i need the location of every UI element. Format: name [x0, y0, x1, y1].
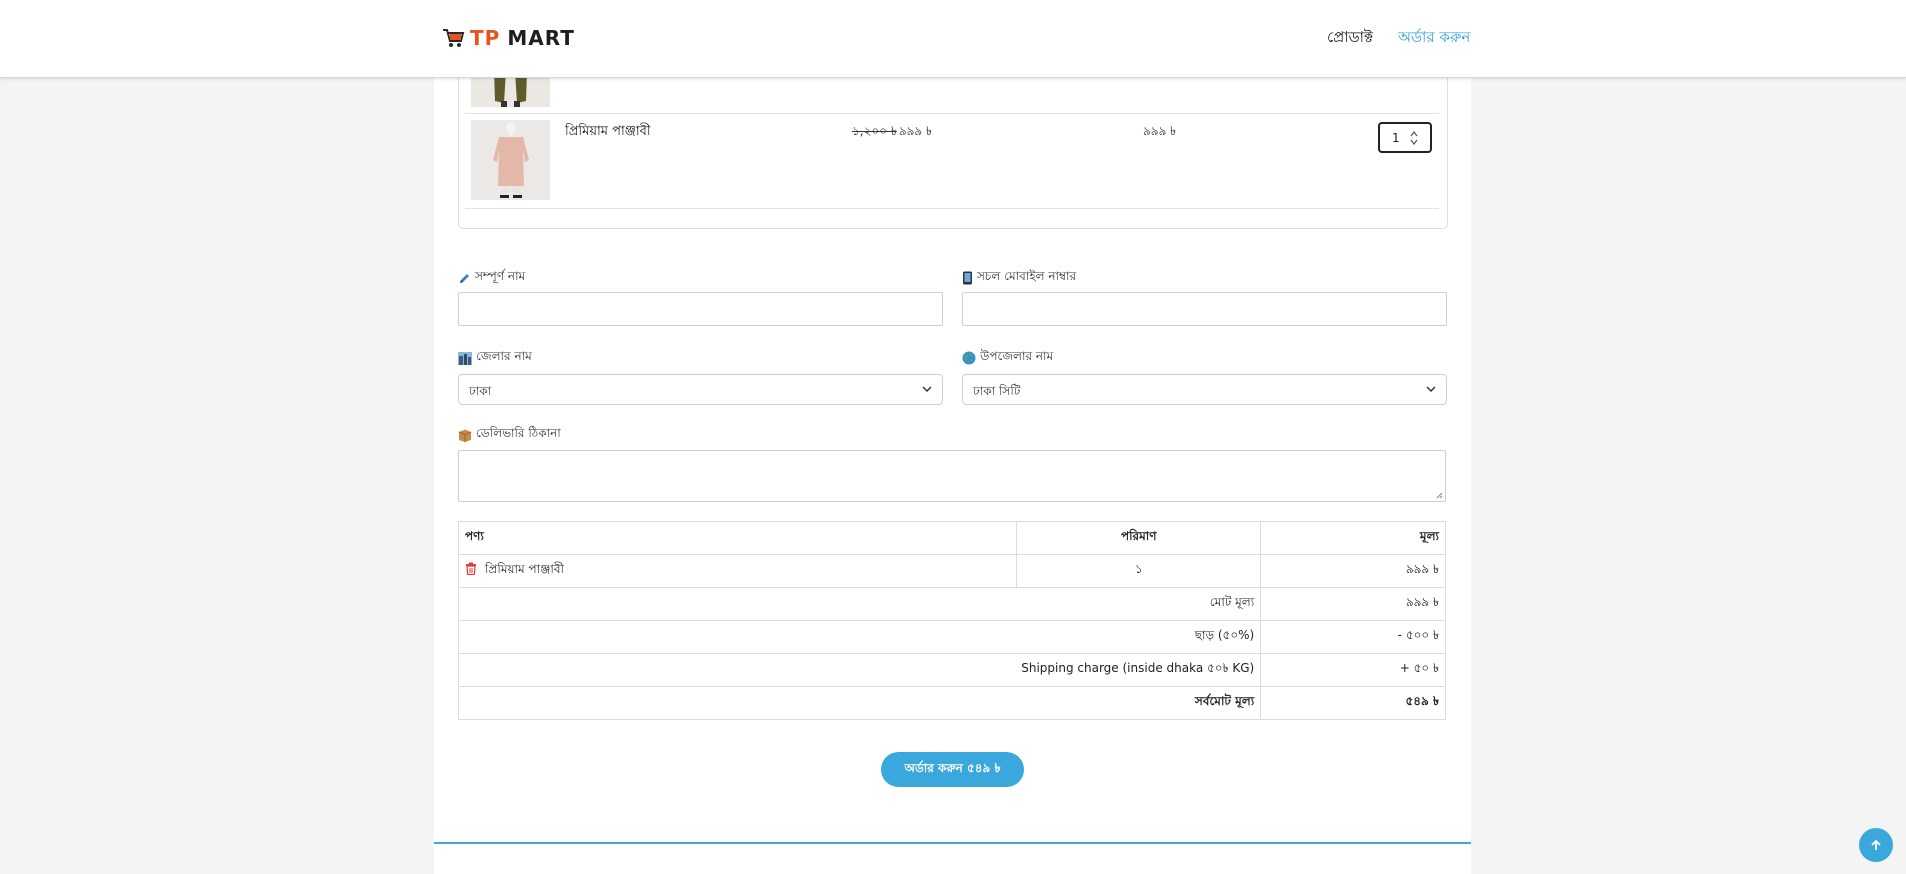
- trash-icon[interactable]: [465, 562, 477, 575]
- nav-products-link[interactable]: প্রোডাক্ট: [1327, 26, 1373, 51]
- col-price-header: মূল্য: [1260, 521, 1446, 555]
- discount-row: ছাড় (৫০%) - ৫০০ ৳: [457, 620, 1446, 654]
- grand-total-label: সর্বমোট মূল্য: [457, 686, 1262, 720]
- summary-item-name: প্রিমিয়াম পাঞ্জাবী: [485, 562, 564, 576]
- logo-tp-text: TP: [470, 26, 501, 50]
- mobile-label-text: সচল মোবাইল নাম্বার: [977, 269, 1077, 283]
- shopping-cart-icon: [443, 29, 465, 47]
- place-order-button[interactable]: অর্ডার করুন ৫৪৯ ৳: [881, 752, 1024, 787]
- address-textarea[interactable]: [458, 450, 1446, 502]
- package-icon: [458, 429, 472, 442]
- price-new: ৯৯৯ ৳: [898, 124, 932, 138]
- site-header: TP MART প্রোডাক্ট অর্ডার করুন: [0, 0, 1906, 78]
- full-name-input[interactable]: [458, 292, 943, 326]
- shipping-row: Shipping charge (inside dhaka ৫০৳ KG) + …: [457, 653, 1446, 687]
- summary-item-row: প্রিমিয়াম পাঞ্জাবী ১ ৯৯৯ ৳: [457, 554, 1446, 588]
- quantity-value[interactable]: 1: [1392, 131, 1400, 145]
- mobile-input[interactable]: [962, 292, 1447, 326]
- subtotal-value: ৯৯৯ ৳: [1260, 587, 1446, 621]
- full-name-label-text: সম্পূর্ণ নাম: [475, 269, 526, 283]
- district-label: জেলার নাম: [458, 348, 532, 368]
- scroll-to-top-button[interactable]: [1859, 828, 1893, 862]
- order-summary-table: পণ্য পরিমাণ মূল্য প্রিমিয়াম পাঞ্জাবী ১ …: [457, 521, 1446, 720]
- discount-value: - ৫০০ ৳: [1260, 620, 1446, 654]
- summary-header-row: পণ্য পরিমাণ মূল্য: [457, 521, 1446, 555]
- cart-item-price: ১,২০০ ৳ ৯৯৯ ৳: [852, 123, 932, 143]
- upazila-select[interactable]: ঢাকা সিটি: [962, 374, 1447, 405]
- pencil-icon: [460, 273, 469, 283]
- col-product-header: পণ্য: [457, 521, 1018, 555]
- subtotal-label: মোট মূল্য: [457, 587, 1262, 621]
- chevron-down-icon: [1426, 386, 1436, 393]
- cart-item-name: প্রিমিয়াম পাঞ্জাবী: [565, 124, 651, 139]
- card-bottom-border: [434, 842, 1471, 844]
- price-old: ১,২০০ ৳: [852, 124, 897, 138]
- resize-handle-icon[interactable]: [1435, 491, 1443, 499]
- discount-label: ছাড় (৫০%): [457, 620, 1262, 654]
- arrow-up-icon: [1871, 839, 1881, 850]
- summary-item-cell: প্রিমিয়াম পাঞ্জাবী: [457, 554, 1018, 588]
- cart-item-line-total: ৯৯৯ ৳: [1143, 124, 1177, 138]
- pink-punjabi-image: [471, 120, 550, 200]
- full-name-label: সম্পূর্ণ নাম: [458, 268, 525, 288]
- globe-icon: [962, 351, 976, 365]
- nav-order-link[interactable]: অর্ডার করুন: [1398, 26, 1470, 51]
- shipping-value: + ৫০ ৳: [1260, 653, 1446, 687]
- upazila-label-text: উপজেলার নাম: [980, 349, 1054, 363]
- district-select-value: ঢাকা: [469, 384, 492, 398]
- district-label-text: জেলার নাম: [476, 349, 532, 363]
- mobile-phone-icon: [963, 271, 972, 285]
- chevron-down-icon: [922, 386, 932, 393]
- city-icon: [458, 351, 472, 365]
- col-quantity-header: পরিমাণ: [1016, 521, 1262, 555]
- summary-item-price: ৯৯৯ ৳: [1260, 554, 1446, 588]
- grand-total-value: ৫৪৯ ৳: [1260, 686, 1446, 720]
- increment-arrow-icon[interactable]: [1410, 131, 1418, 137]
- district-select[interactable]: ঢাকা: [458, 374, 943, 405]
- site-logo[interactable]: TP MART: [442, 24, 575, 52]
- address-label: ডেলিভারি ঠিকানা: [458, 425, 561, 445]
- upazila-select-value: ঢাকা সিটি: [973, 384, 1021, 398]
- summary-item-qty: ১: [1016, 554, 1262, 588]
- upazila-label: উপজেলার নাম: [962, 348, 1053, 368]
- logo-mart-text: MART: [507, 26, 575, 50]
- quantity-stepper[interactable]: 1: [1378, 122, 1432, 153]
- address-label-text: ডেলিভারি ঠিকানা: [476, 426, 561, 440]
- subtotal-row: মোট মূল্য ৯৯৯ ৳: [457, 587, 1446, 621]
- product-thumbnail-pink: [471, 120, 550, 200]
- grand-total-row: সর্বমোট মূল্য ৫৪৯ ৳: [457, 686, 1446, 720]
- shipping-label: Shipping charge (inside dhaka ৫০৳ KG): [457, 653, 1262, 687]
- decrement-arrow-icon[interactable]: [1410, 139, 1418, 145]
- mobile-label: সচল মোবাইল নাম্বার: [962, 268, 1076, 288]
